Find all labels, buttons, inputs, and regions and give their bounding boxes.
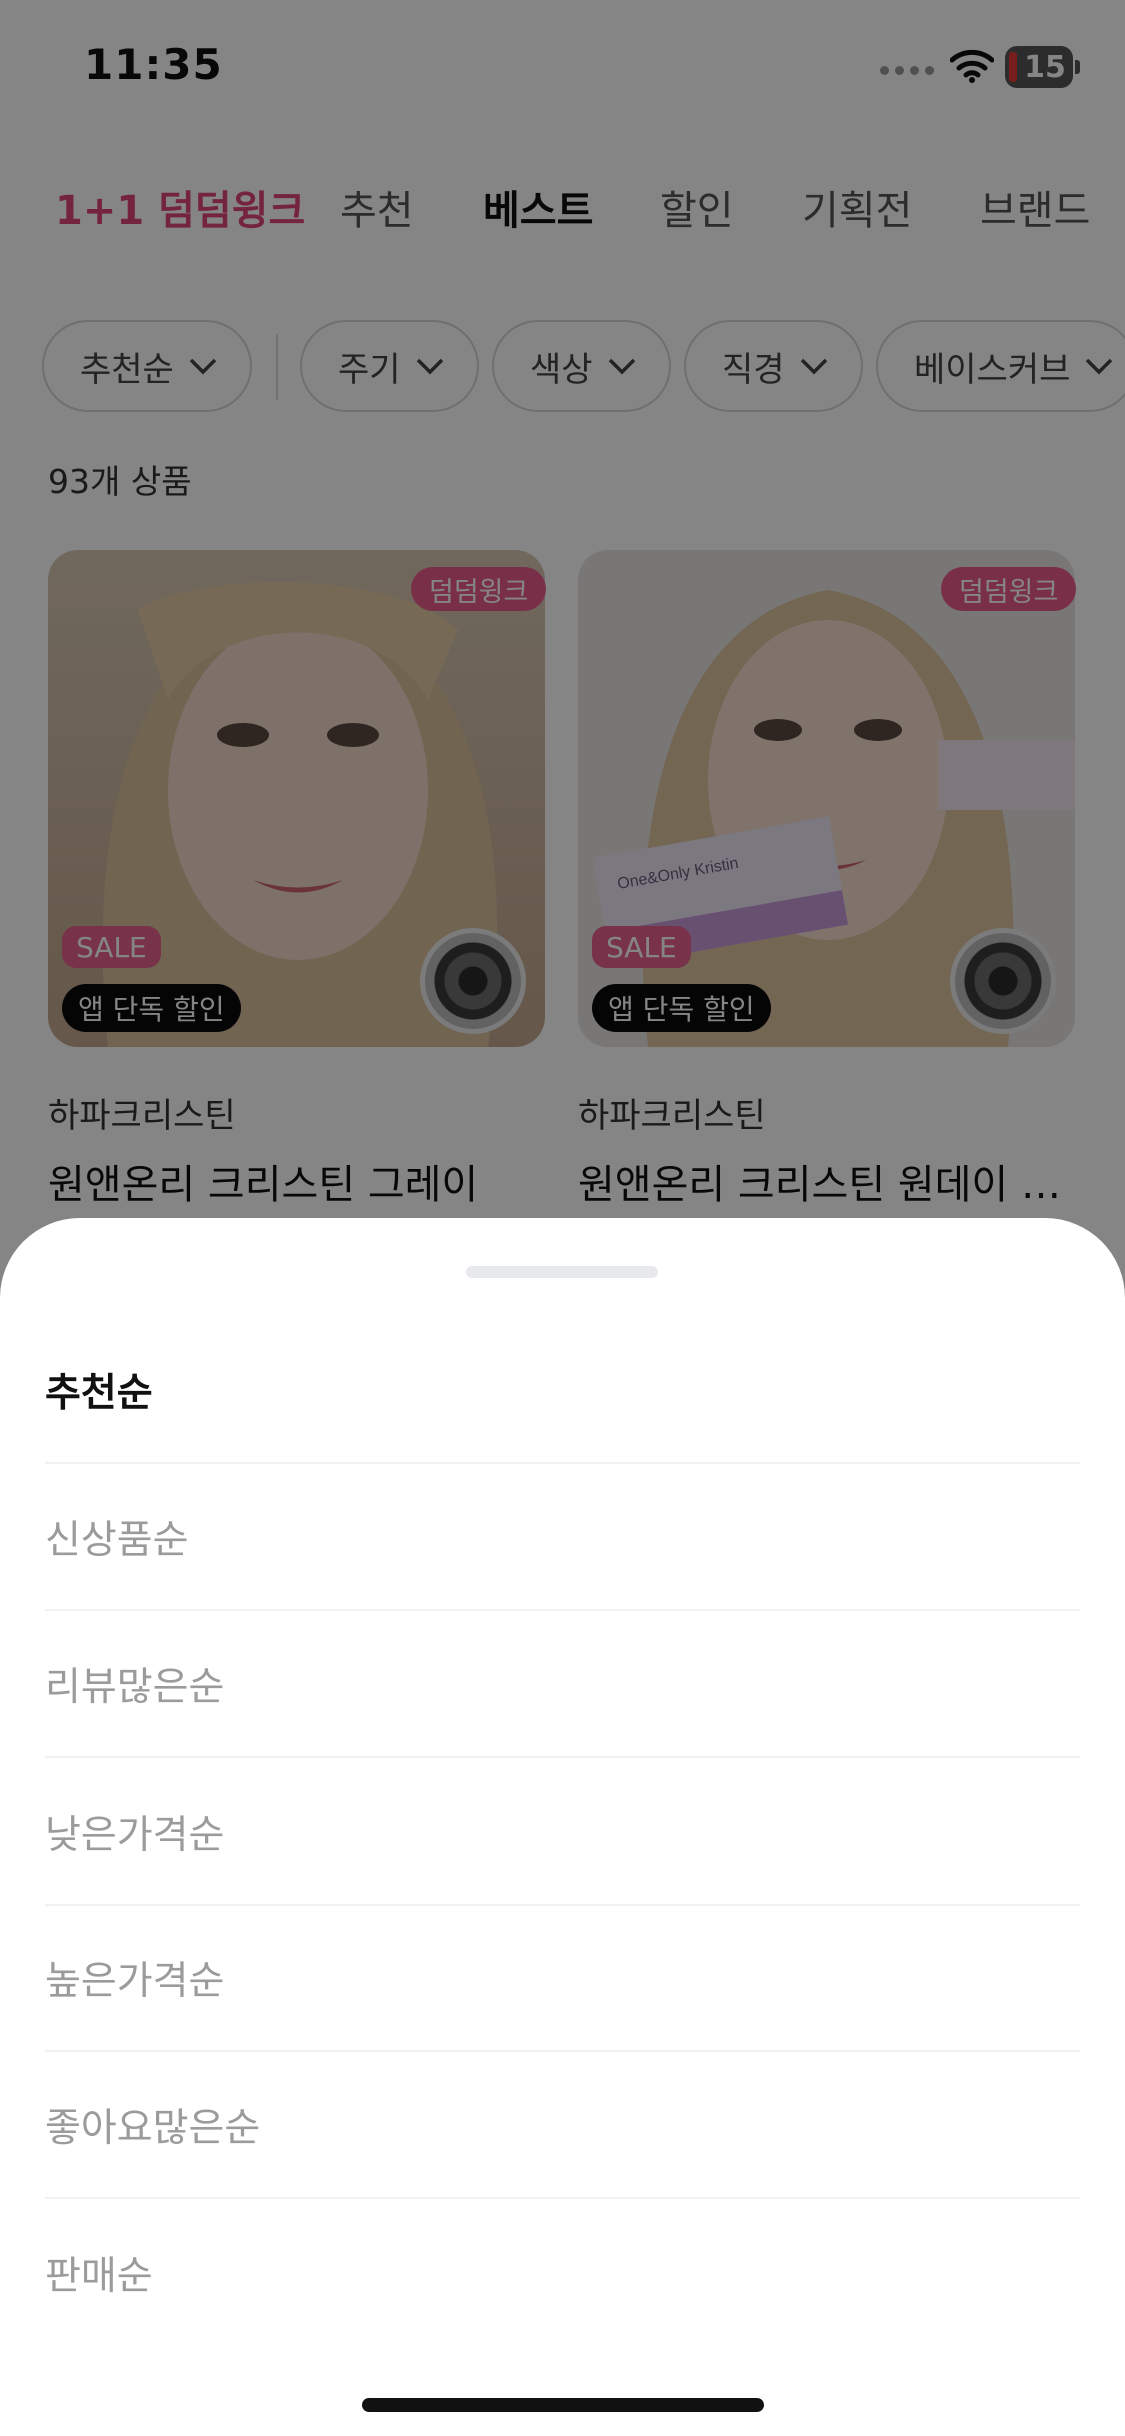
home-indicator[interactable]: [362, 2398, 764, 2412]
sort-option-high-price[interactable]: 높은가격순: [45, 1906, 1080, 2052]
sort-option-low-price[interactable]: 낮은가격순: [45, 1760, 1080, 1906]
sort-option-recommended[interactable]: 추천순: [45, 1318, 1080, 1464]
sort-option-newest[interactable]: 신상품순: [45, 1465, 1080, 1611]
sheet-grabber[interactable]: [466, 1266, 658, 1278]
sort-option-most-reviews[interactable]: 리뷰많은순: [45, 1612, 1080, 1758]
sort-option-sales[interactable]: 판매순: [45, 2200, 1080, 2346]
sort-option-most-likes[interactable]: 좋아요많은순: [45, 2053, 1080, 2199]
